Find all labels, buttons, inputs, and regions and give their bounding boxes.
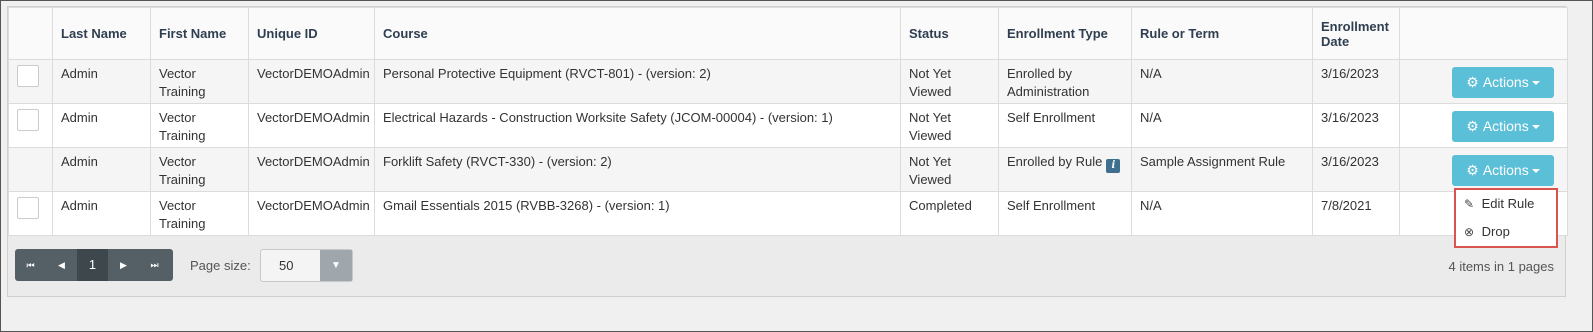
cell-first-name: Vector Training (150, 59, 249, 104)
info-icon[interactable]: i (1106, 159, 1121, 173)
cell-enrollment-type: Self Enrollment (998, 103, 1132, 148)
actions-label: Actions (1482, 162, 1529, 178)
table-row: Admin Vector Training VectorDEMOAdmin Fo… (8, 147, 1568, 192)
cell-date: 7/8/2021 (1312, 191, 1400, 236)
cell-rule: N/A (1131, 59, 1313, 104)
actions-button[interactable]: ⚙ Actions (1452, 111, 1554, 142)
next-page-icon[interactable]: ▶ (108, 249, 139, 281)
cell-enrollment-type: Enrolled by Administration (998, 59, 1132, 104)
cell-status: Completed (900, 191, 999, 236)
cell-date: 3/16/2023 (1312, 59, 1400, 104)
cell-last-name: Admin (52, 59, 151, 104)
page-size-value: 50 (279, 258, 294, 273)
page-size-select[interactable]: 50 ▼ (260, 249, 353, 282)
cell-last-name: Admin (52, 191, 151, 236)
table-row: Admin Vector Training VectorDEMOAdmin El… (8, 103, 1568, 148)
header-first-name[interactable]: First Name (150, 7, 249, 60)
caret-down-icon (1531, 81, 1540, 85)
chevron-down-icon[interactable]: ▼ (320, 250, 352, 281)
actions-button[interactable]: ⚙ Actions (1452, 67, 1554, 98)
row-checkbox[interactable] (17, 197, 39, 219)
cell-first-name: Vector Training (150, 103, 249, 148)
enrollments-table: Last Name First Name Unique ID Course St… (8, 7, 1568, 236)
cell-date: 3/16/2023 (1312, 147, 1400, 192)
actions-label: Actions (1482, 118, 1529, 134)
cell-rule: N/A (1131, 103, 1313, 148)
enrollments-panel: Last Name First Name Unique ID Course St… (0, 0, 1593, 332)
cell-first-name: Vector Training (150, 147, 249, 192)
header-status[interactable]: Status (900, 7, 999, 60)
cell-enrollment-type: Self Enrollment (998, 191, 1132, 236)
cell-course: Personal Protective Equipment (RVCT-801)… (374, 59, 901, 104)
header-enrollment-type[interactable]: Enrollment Type (998, 7, 1132, 60)
header-rule-or-term[interactable]: Rule or Term (1131, 7, 1313, 60)
last-page-icon[interactable]: ⏭ (139, 249, 170, 281)
table-row: Admin Vector Training VectorDEMOAdmin Gm… (8, 191, 1568, 236)
select-header (8, 7, 53, 60)
first-page-icon[interactable]: ⏮ (15, 249, 46, 281)
cell-last-name: Admin (52, 147, 151, 192)
cell-enrollment-type: Enrolled by Rule (1007, 154, 1103, 169)
header-row: Last Name First Name Unique ID Course St… (8, 7, 1568, 60)
pencil-icon: ✎ (1464, 197, 1475, 211)
actions-dropdown-menu: ✎ Edit Rule ⊗ Drop (1454, 188, 1558, 248)
gear-icon: ⚙ (1466, 118, 1479, 134)
cell-first-name: Vector Training (150, 191, 249, 236)
cell-unique-id: VectorDEMOAdmin (248, 103, 375, 148)
prev-page-icon[interactable]: ◀ (46, 249, 77, 281)
items-summary: 4 items in 1 pages (1448, 259, 1554, 274)
table-row: Admin Vector Training VectorDEMOAdmin Pe… (8, 59, 1568, 104)
cell-status: Not Yet Viewed (900, 147, 999, 192)
menu-item-edit-rule[interactable]: ✎ Edit Rule (1456, 190, 1556, 218)
menu-item-drop[interactable]: ⊗ Drop (1456, 218, 1556, 246)
caret-down-icon (1531, 169, 1540, 173)
pager: ⏮ ◀ 1 ▶ ⏭ (15, 249, 173, 281)
row-checkbox[interactable] (17, 65, 39, 87)
header-course[interactable]: Course (374, 7, 901, 60)
cell-rule: Sample Assignment Rule (1131, 147, 1313, 192)
page-size-label: Page size: (190, 258, 251, 273)
cell-status: Not Yet Viewed (900, 59, 999, 104)
menu-item-label: Drop (1481, 224, 1510, 239)
row-checkbox[interactable] (17, 109, 39, 131)
cell-rule: N/A (1131, 191, 1313, 236)
actions-label: Actions (1482, 74, 1529, 90)
cell-unique-id: VectorDEMOAdmin (248, 59, 375, 104)
close-circle-icon: ⊗ (1464, 225, 1475, 239)
cell-unique-id: VectorDEMOAdmin (248, 191, 375, 236)
gear-icon: ⚙ (1466, 162, 1479, 178)
current-page-button[interactable]: 1 (77, 249, 108, 281)
caret-down-icon (1531, 125, 1540, 129)
enrollments-grid: Last Name First Name Unique ID Course St… (7, 6, 1568, 297)
cell-date: 3/16/2023 (1312, 103, 1400, 148)
cell-course: Gmail Essentials 2015 (RVBB-3268) - (ver… (374, 191, 901, 236)
menu-item-label: Edit Rule (1481, 196, 1535, 211)
actions-header (1399, 7, 1568, 60)
actions-button[interactable]: ⚙ Actions (1452, 155, 1554, 186)
gear-icon: ⚙ (1466, 74, 1479, 90)
cell-last-name: Admin (52, 103, 151, 148)
header-unique-id[interactable]: Unique ID (248, 7, 375, 60)
cell-unique-id: VectorDEMOAdmin (248, 147, 375, 192)
cell-course: Electrical Hazards - Construction Worksi… (374, 103, 901, 148)
cell-course: Forklift Safety (RVCT-330) - (version: 2… (374, 147, 901, 192)
cell-status: Not Yet Viewed (900, 103, 999, 148)
header-enrollment-date[interactable]: Enrollment Date (1312, 7, 1400, 60)
header-last-name[interactable]: Last Name (52, 7, 151, 60)
